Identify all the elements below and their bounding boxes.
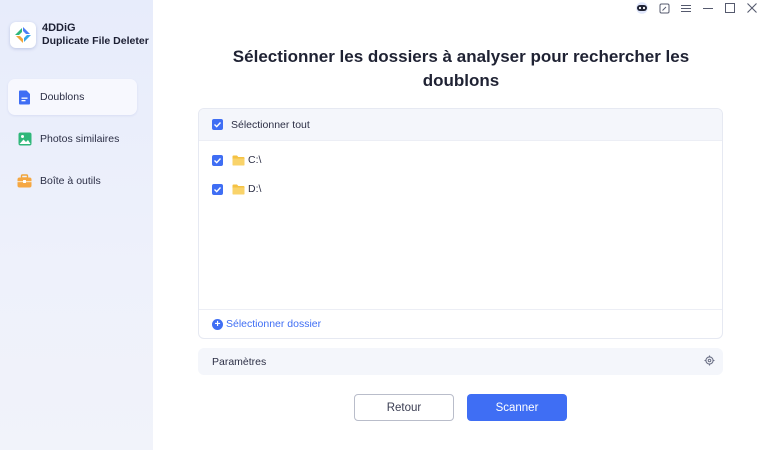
menu-icon[interactable]: [675, 0, 697, 16]
app-logo-icon: [10, 22, 36, 48]
feedback-icon[interactable]: [653, 0, 675, 16]
toolbox-icon: [17, 174, 32, 189]
gear-icon[interactable]: [704, 353, 715, 371]
maximize-icon[interactable]: [719, 0, 741, 16]
select-all-label: Sélectionner tout: [231, 118, 310, 131]
sidebar-nav: Doublons Photos similaires Boîte à outil…: [8, 79, 137, 205]
panel-footer: + Sélectionner dossier: [199, 309, 722, 338]
drive-row-d: D:\: [212, 183, 261, 195]
close-icon[interactable]: [741, 0, 763, 16]
brand-subtitle: Duplicate File Deleter: [42, 35, 149, 47]
sidebar-item-doublons[interactable]: Doublons: [8, 79, 137, 115]
scan-button[interactable]: Scanner: [467, 394, 567, 421]
sidebar-item-boite-a-outils[interactable]: Boîte à outils: [8, 163, 137, 199]
add-folder-button[interactable]: + Sélectionner dossier: [212, 318, 321, 330]
settings-row[interactable]: Paramètres: [198, 348, 723, 375]
minimize-icon[interactable]: [697, 0, 719, 16]
window-controls: [631, 0, 763, 16]
sidebar: 4DDiG Duplicate File Deleter Doublons Ph…: [0, 0, 153, 450]
drive-label: C:\: [248, 154, 262, 166]
add-folder-label: Sélectionner dossier: [226, 318, 322, 330]
drive-c-checkbox[interactable]: [212, 154, 223, 166]
folder-icon: [232, 184, 245, 195]
page-title: Sélectionner les dossiers à analyser pou…: [232, 47, 690, 90]
sidebar-item-label: Photos similaires: [40, 133, 120, 145]
back-button[interactable]: Retour: [354, 394, 454, 421]
plus-icon: +: [212, 318, 223, 330]
sidebar-item-photos-similaires[interactable]: Photos similaires: [8, 121, 137, 157]
folder-icon: [232, 155, 245, 166]
drive-row-c: C:\: [212, 154, 261, 166]
folder-selection-panel: Sélectionner tout C:\ D:\ + Sélectionner…: [198, 108, 723, 339]
sidebar-item-label: Doublons: [40, 91, 85, 103]
assistant-icon[interactable]: [631, 0, 653, 16]
select-all-row: Sélectionner tout: [199, 109, 722, 141]
image-icon: [17, 132, 32, 147]
document-icon: [17, 90, 32, 105]
brand: 4DDiG Duplicate File Deleter: [10, 22, 149, 48]
brand-name: 4DDiG: [42, 22, 76, 34]
select-all-checkbox[interactable]: [212, 119, 223, 130]
settings-label: Paramètres: [212, 355, 267, 368]
drive-label: D:\: [248, 183, 262, 195]
sidebar-item-label: Boîte à outils: [40, 175, 101, 187]
drive-d-checkbox[interactable]: [212, 183, 223, 195]
